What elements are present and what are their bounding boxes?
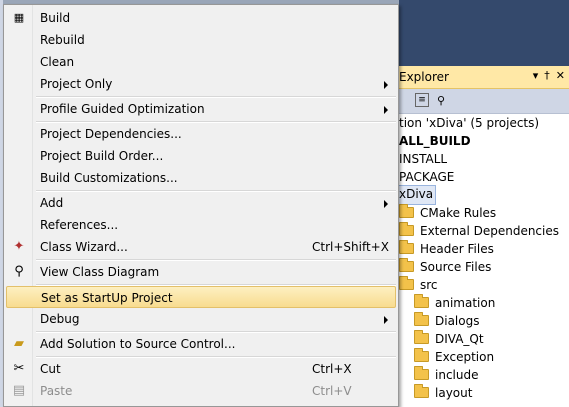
tree-project-node[interactable]: PACKAGE: [399, 168, 454, 186]
menu-item-project-build-order[interactable]: Project Build Order...: [6, 145, 396, 167]
folder-icon: [399, 258, 414, 272]
dropdown-icon[interactable]: ▾: [533, 69, 539, 82]
menu-item-add[interactable]: Add: [6, 192, 396, 214]
project-context-menu: ▦ Build Rebuild Clean Project Only Profi…: [3, 4, 399, 407]
view-class-diagram-icon[interactable]: ⚲: [433, 93, 449, 109]
folder-icon: [414, 366, 429, 380]
tree-project-node[interactable]: INSTALL: [399, 150, 447, 168]
scissors-icon: ✂: [13, 361, 25, 376]
menu-item-class-wizard[interactable]: ✦ Class Wizard... Ctrl+Shift+X: [6, 236, 396, 258]
paste-icon: ▤: [12, 383, 26, 398]
folder-icon: [399, 240, 414, 254]
submenu-arrow-icon: [384, 316, 388, 324]
submenu-arrow-icon: [384, 106, 388, 114]
explorer-toolbar: ≡ ⚲: [399, 89, 569, 114]
pin-icon[interactable]: †: [544, 69, 550, 82]
tree-folder[interactable]: include: [414, 366, 478, 384]
folder-icon: [399, 276, 414, 290]
solution-explorer-titlebar: Explorer ▾ † ✕: [399, 66, 569, 89]
folder-icon: [399, 222, 414, 236]
folder-icon: [399, 204, 414, 218]
menu-item-set-as-startup-project[interactable]: Set as StartUp Project: [6, 286, 396, 308]
menu-item-view-class-diagram[interactable]: ⚲ View Class Diagram: [6, 261, 396, 283]
close-icon[interactable]: ✕: [556, 69, 565, 82]
submenu-arrow-icon: [384, 200, 388, 208]
menu-item-build[interactable]: ▦ Build: [6, 7, 396, 29]
tree-folder[interactable]: Dialogs: [414, 312, 479, 330]
tree-solution-node[interactable]: tion 'xDiva' (5 projects): [399, 114, 539, 132]
folder-icon: [414, 330, 429, 344]
menu-item-paste[interactable]: ▤ Paste Ctrl+V: [6, 380, 396, 402]
tree-folder[interactable]: Exception: [414, 348, 494, 366]
tree-folder[interactable]: Source Files: [399, 258, 491, 276]
menu-item-references[interactable]: References...: [6, 214, 396, 236]
menu-item-project-dependencies[interactable]: Project Dependencies...: [6, 123, 396, 145]
menu-item-cut[interactable]: ✂ Cut Ctrl+X: [6, 358, 396, 380]
tree-project-node-selected[interactable]: xDiva: [399, 185, 437, 205]
tree-folder[interactable]: CMake Rules: [399, 204, 496, 222]
ide-background: [399, 0, 569, 66]
menu-item-rebuild[interactable]: Rebuild: [6, 29, 396, 51]
properties-icon[interactable]: ≡: [415, 93, 429, 107]
solution-explorer-panel: Explorer ▾ † ✕ ≡ ⚲ tion 'xDiva' (5 proje…: [399, 66, 569, 407]
tree-folder[interactable]: Header Files: [399, 240, 494, 258]
panel-title: Explorer: [399, 70, 449, 84]
tree-folder[interactable]: External Dependencies: [399, 222, 559, 240]
tree-project-node[interactable]: ALL_BUILD: [399, 132, 471, 150]
folder-icon: [414, 294, 429, 308]
tree-folder[interactable]: DIVA_Qt: [414, 330, 484, 348]
tree-folder[interactable]: layout: [414, 384, 472, 402]
menu-item-profile-guided-optimization[interactable]: Profile Guided Optimization: [6, 98, 396, 120]
build-icon: ▦: [13, 11, 25, 24]
tree-folder[interactable]: src: [399, 276, 438, 294]
menu-item-add-solution-to-source-control[interactable]: ▰ Add Solution to Source Control...: [6, 333, 396, 355]
folder-icon: [414, 312, 429, 326]
menu-item-clean[interactable]: Clean: [6, 51, 396, 73]
menu-item-project-only[interactable]: Project Only: [6, 73, 396, 95]
class-wizard-icon: ✦: [13, 239, 25, 254]
menu-item-build-customizations[interactable]: Build Customizations...: [6, 167, 396, 189]
tree-folder[interactable]: animation: [414, 294, 495, 312]
folder-icon: [414, 348, 429, 362]
class-diagram-icon: ⚲: [14, 264, 24, 279]
folder-icon: [414, 384, 429, 398]
menu-item-debug[interactable]: Debug: [6, 308, 396, 330]
source-control-icon: ▰: [14, 336, 24, 351]
submenu-arrow-icon: [384, 81, 388, 89]
